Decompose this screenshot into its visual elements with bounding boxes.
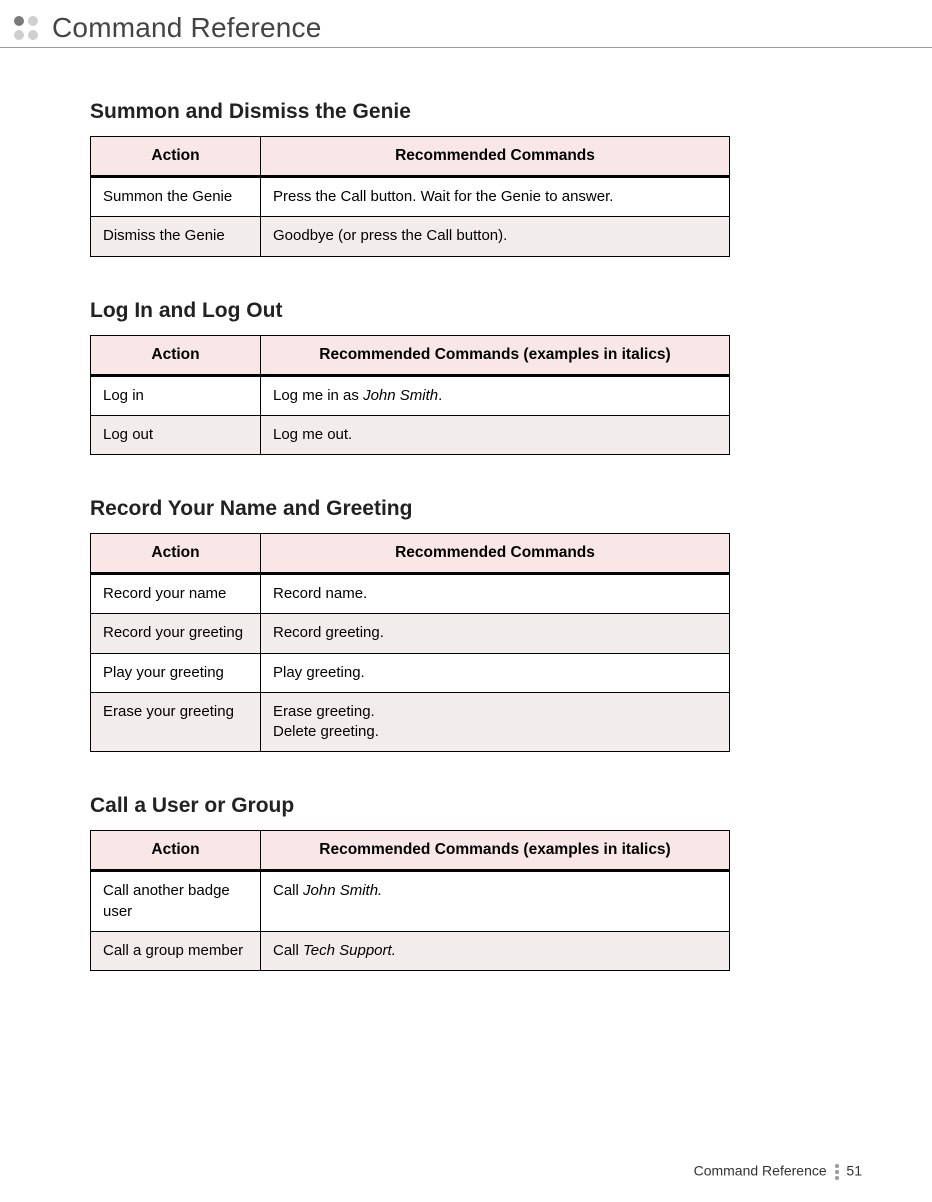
page-header: Command Reference [0, 0, 932, 48]
col-action: Action [91, 137, 261, 177]
action-cell: Dismiss the Genie [91, 217, 261, 256]
table-row: Call another badge user Call John Smith. [91, 871, 730, 932]
footer-dots-icon [835, 1162, 839, 1182]
col-action: Action [91, 335, 261, 375]
cmd-cell: Call Tech Support. [261, 931, 730, 970]
section-title: Call a User or Group [90, 794, 862, 818]
summon-dismiss-table: Action Recommended Commands Summon the G… [90, 136, 730, 257]
footer-label: Command Reference [694, 1163, 827, 1179]
page-footer: Command Reference 51 [694, 1162, 862, 1182]
action-cell: Log in [91, 375, 261, 415]
record-greeting-table: Action Recommended Commands Record your … [90, 533, 730, 752]
action-cell: Log out [91, 415, 261, 454]
header-dots-icon [14, 16, 38, 40]
table-row: Log out Log me out. [91, 415, 730, 454]
action-cell: Erase your greeting [91, 692, 261, 752]
cmd-cell: Press the Call button. Wait for the Geni… [261, 177, 730, 217]
col-action: Action [91, 831, 261, 871]
col-action: Action [91, 534, 261, 574]
col-cmd: Recommended Commands [261, 534, 730, 574]
content-area: Summon and Dismiss the Genie Action Reco… [0, 48, 932, 971]
section-title: Record Your Name and Greeting [90, 497, 862, 521]
action-cell: Call a group member [91, 931, 261, 970]
page-title: Command Reference [52, 12, 322, 44]
cmd-cell: Call John Smith. [261, 871, 730, 932]
table-row: Play your greeting Play greeting. [91, 653, 730, 692]
action-cell: Call another badge user [91, 871, 261, 932]
table-row: Erase your greeting Erase greeting. Dele… [91, 692, 730, 752]
action-cell: Record your greeting [91, 614, 261, 653]
col-cmd: Recommended Commands (examples in italic… [261, 831, 730, 871]
action-cell: Summon the Genie [91, 177, 261, 217]
col-cmd: Recommended Commands [261, 137, 730, 177]
col-cmd: Recommended Commands (examples in italic… [261, 335, 730, 375]
action-cell: Play your greeting [91, 653, 261, 692]
table-row: Dismiss the Genie Goodbye (or press the … [91, 217, 730, 256]
call-user-group-table: Action Recommended Commands (examples in… [90, 830, 730, 971]
section-title: Log In and Log Out [90, 299, 862, 323]
table-row: Call a group member Call Tech Support. [91, 931, 730, 970]
cmd-cell: Goodbye (or press the Call button). [261, 217, 730, 256]
cmd-cell: Record name. [261, 574, 730, 614]
cmd-cell: Log me in as John Smith. [261, 375, 730, 415]
footer-page-number: 51 [846, 1163, 862, 1179]
cmd-cell: Play greeting. [261, 653, 730, 692]
action-cell: Record your name [91, 574, 261, 614]
login-logout-table: Action Recommended Commands (examples in… [90, 335, 730, 456]
table-row: Record your name Record name. [91, 574, 730, 614]
cmd-cell: Record greeting. [261, 614, 730, 653]
cmd-cell: Log me out. [261, 415, 730, 454]
table-row: Record your greeting Record greeting. [91, 614, 730, 653]
table-row: Log in Log me in as John Smith. [91, 375, 730, 415]
table-row: Summon the Genie Press the Call button. … [91, 177, 730, 217]
cmd-cell: Erase greeting. Delete greeting. [261, 692, 730, 752]
section-title: Summon and Dismiss the Genie [90, 100, 862, 124]
